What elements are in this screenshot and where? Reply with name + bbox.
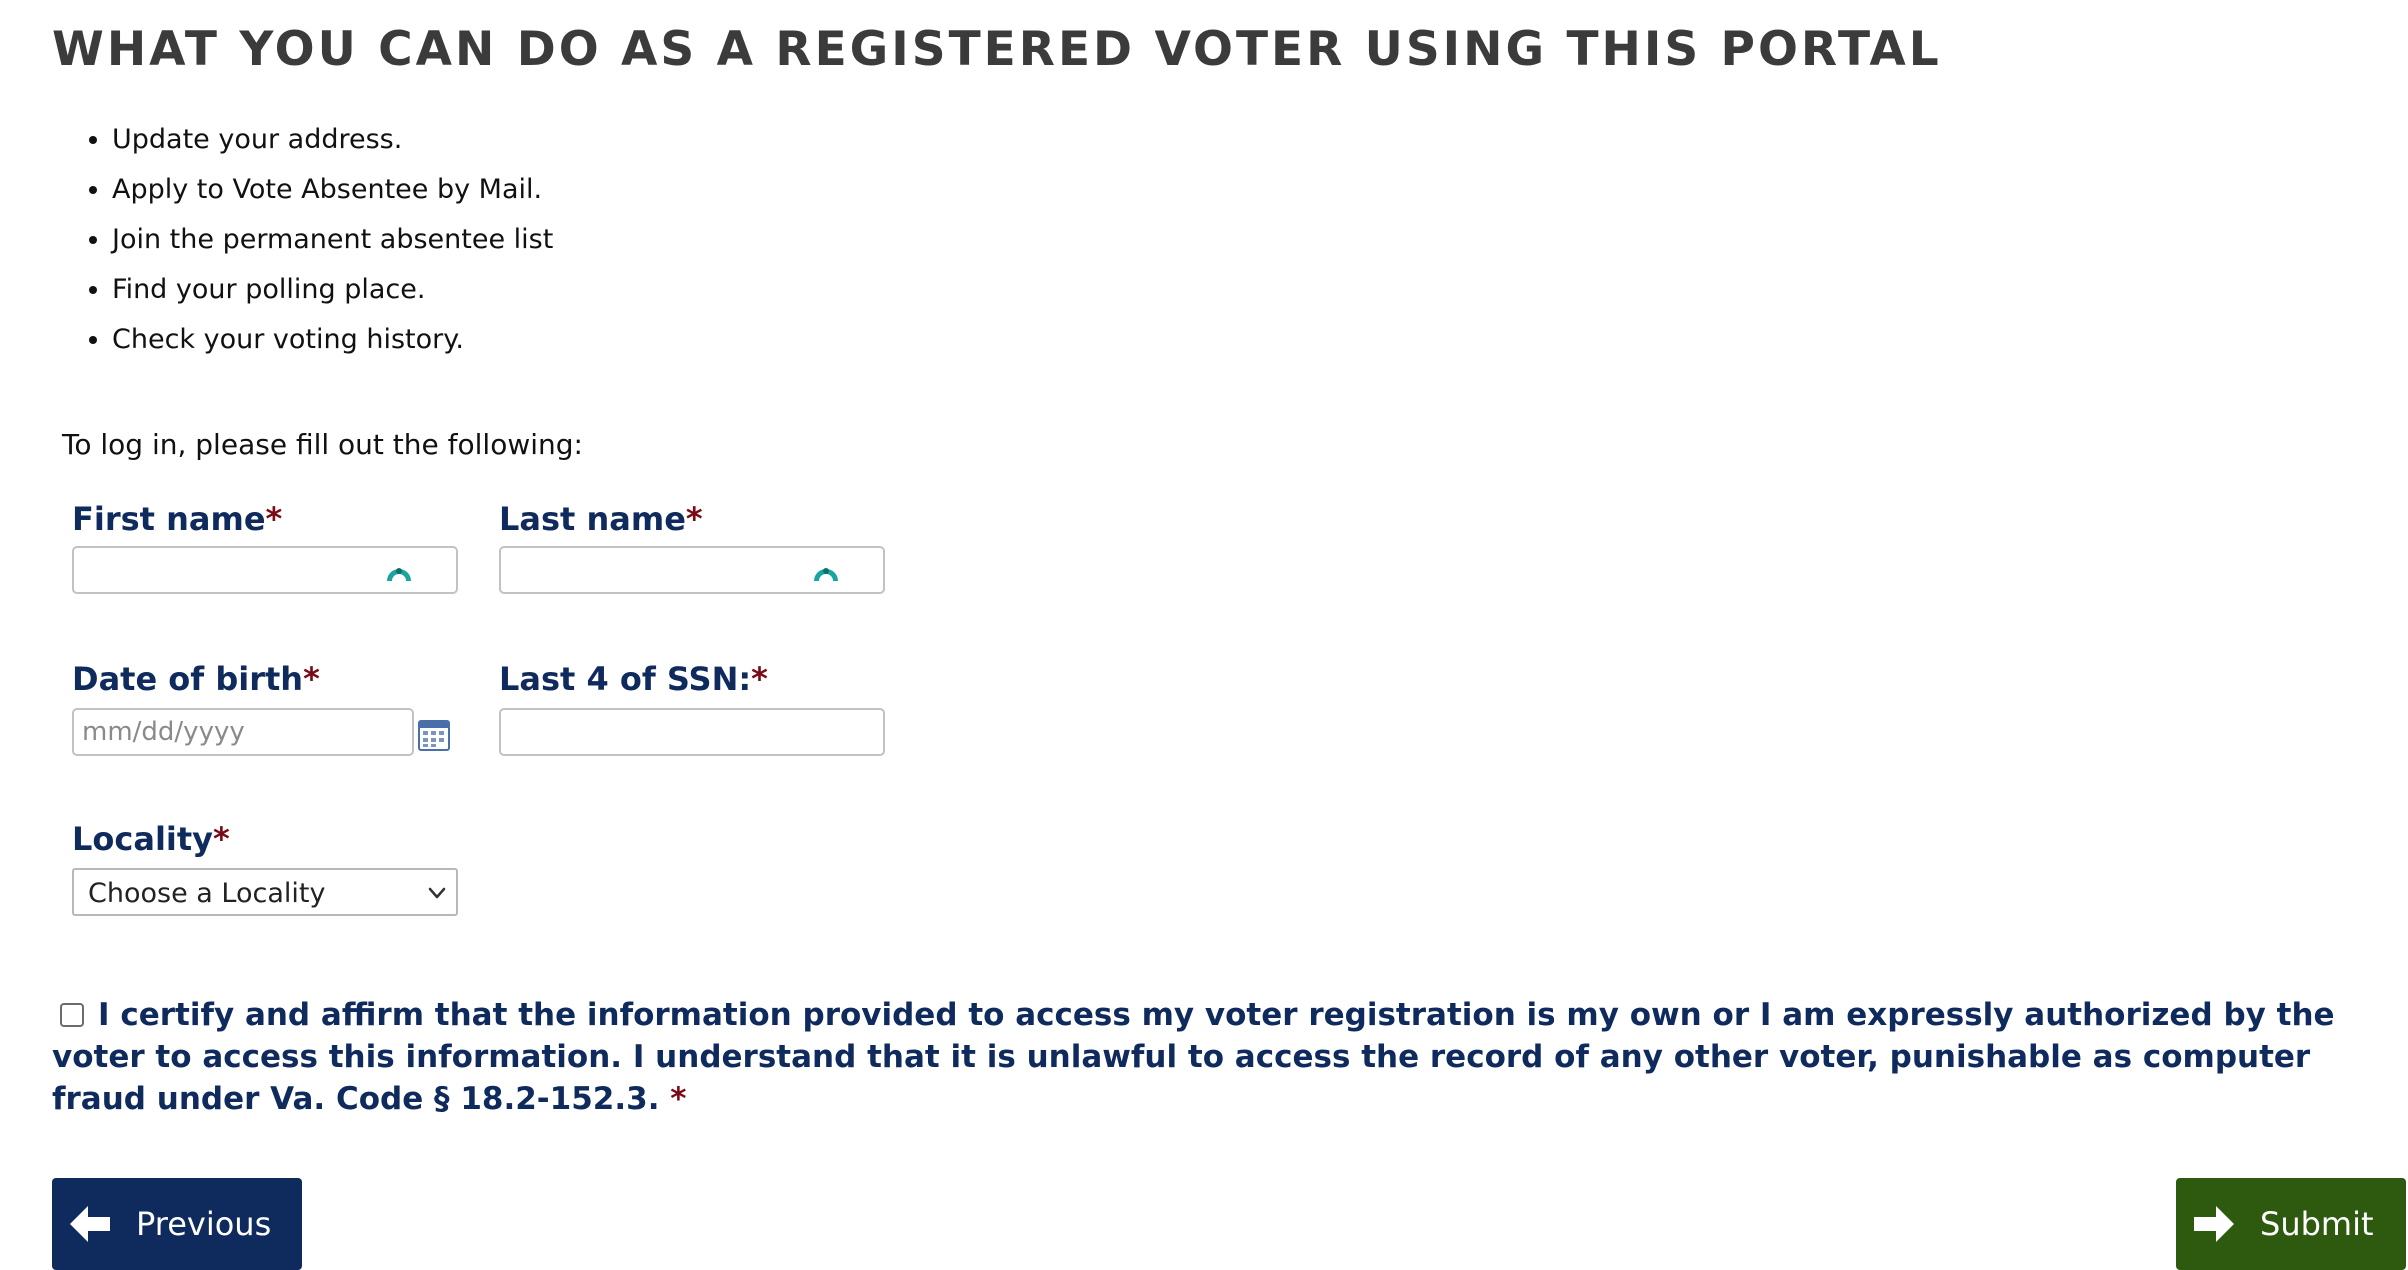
required-marker: * xyxy=(213,820,230,858)
previous-button[interactable]: Previous xyxy=(52,1178,302,1270)
feature-item: Update your address. xyxy=(112,118,553,168)
login-intro-text: To log in, please fill out the following… xyxy=(62,428,583,461)
feature-item: Find your polling place. xyxy=(112,268,553,318)
locality-selected-value: Choose a Locality xyxy=(88,878,326,909)
required-marker: * xyxy=(670,1081,687,1117)
locality-label: Locality* xyxy=(72,820,230,858)
features-list: Update your address. Apply to Vote Absen… xyxy=(52,118,553,368)
ssn-label-text: Last 4 of SSN: xyxy=(499,660,752,698)
arrow-right-icon xyxy=(2194,1206,2234,1242)
locality-select[interactable]: Choose a Locality xyxy=(72,868,458,916)
arrow-left-icon xyxy=(70,1206,110,1242)
page-heading: WHAT YOU CAN DO AS A REGISTERED VOTER US… xyxy=(52,22,1942,77)
certify-statement: I certify and affirm that the informatio… xyxy=(52,994,2372,1120)
dob-input[interactable] xyxy=(72,708,414,756)
dob-label: Date of birth* xyxy=(72,660,320,698)
required-marker: * xyxy=(751,660,768,698)
feature-item: Join the permanent absentee list xyxy=(112,218,553,268)
ssn-label: Last 4 of SSN:* xyxy=(499,660,768,698)
feature-item: Check your voting history. xyxy=(112,318,553,368)
last-name-label-text: Last name xyxy=(499,500,686,538)
voter-portal-login-page: WHAT YOU CAN DO AS A REGISTERED VOTER US… xyxy=(0,0,2408,1270)
password-manager-icon[interactable] xyxy=(811,555,841,585)
dob-label-text: Date of birth xyxy=(72,660,304,698)
required-marker: * xyxy=(303,660,320,698)
feature-item: Apply to Vote Absentee by Mail. xyxy=(112,168,553,218)
required-marker: * xyxy=(265,500,283,538)
calendar-icon[interactable] xyxy=(417,718,451,752)
required-marker: * xyxy=(685,500,703,538)
previous-button-label: Previous xyxy=(136,1205,272,1243)
ssn-last4-input[interactable] xyxy=(499,708,885,756)
first-name-label-text: First name xyxy=(72,500,266,538)
password-manager-icon[interactable] xyxy=(384,555,414,585)
certify-statement-text: I certify and affirm that the informatio… xyxy=(52,997,2335,1117)
submit-button[interactable]: Submit xyxy=(2176,1178,2406,1270)
chevron-down-icon xyxy=(428,887,446,899)
submit-button-label: Submit xyxy=(2260,1205,2374,1243)
first-name-label: First name* xyxy=(72,500,282,538)
locality-label-text: Locality xyxy=(72,820,214,858)
last-name-label: Last name* xyxy=(499,500,703,538)
